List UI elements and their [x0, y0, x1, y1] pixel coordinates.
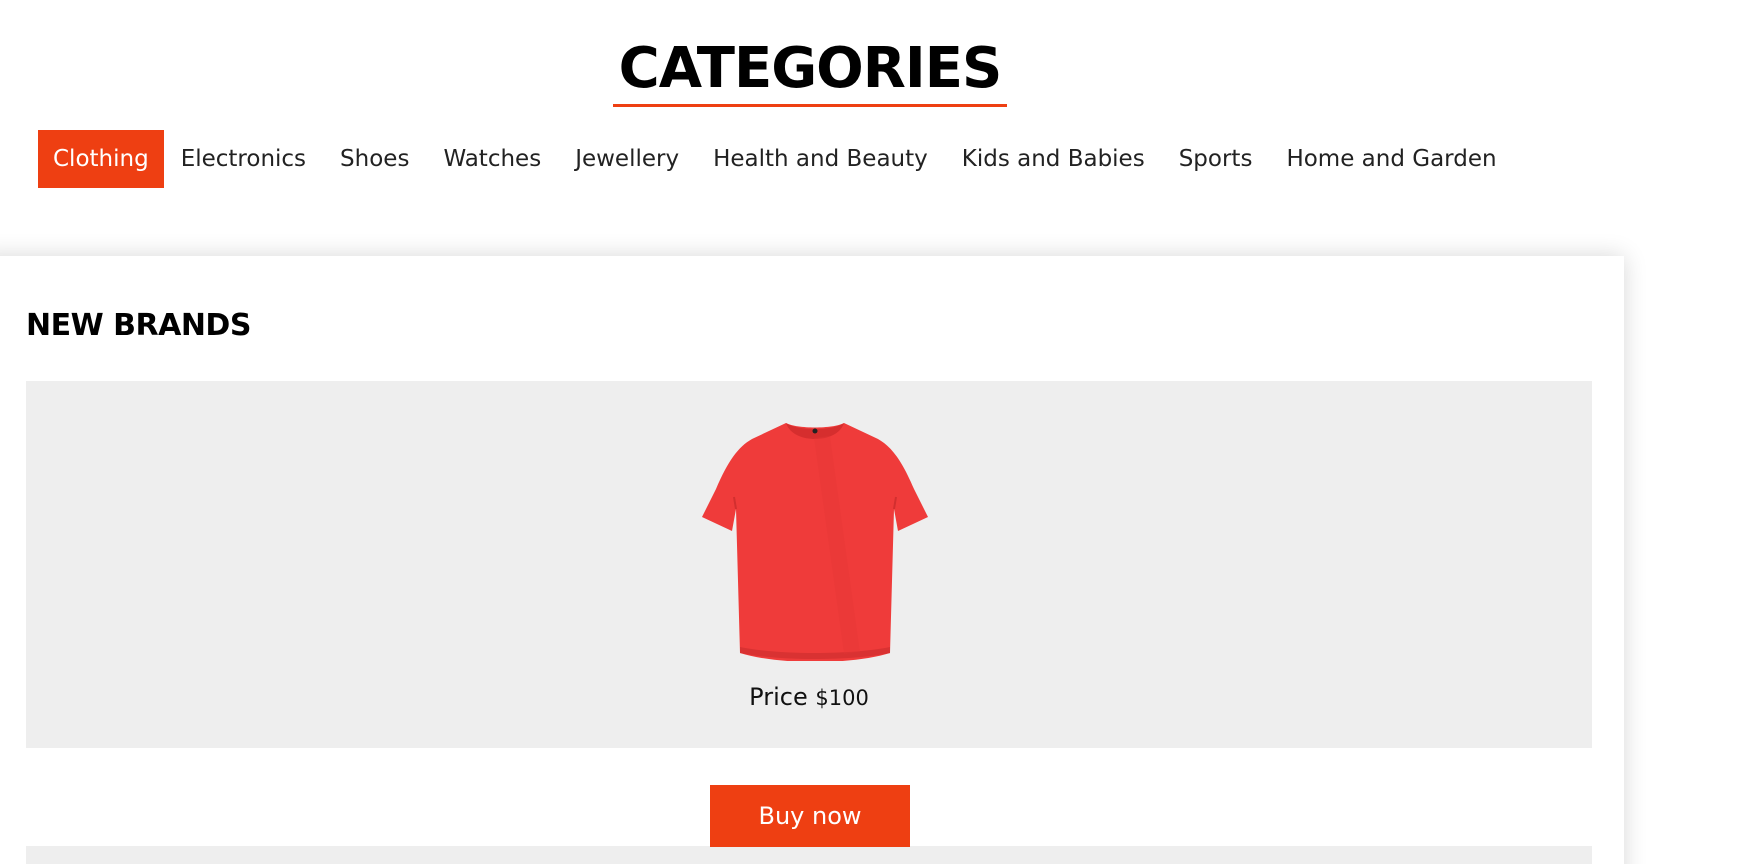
section-title: NEW BRANDS — [26, 308, 251, 343]
tab-jewellery[interactable]: Jewellery — [558, 130, 696, 188]
tab-shoes[interactable]: Shoes — [323, 130, 426, 188]
next-product-panel — [26, 846, 1592, 864]
tab-sports[interactable]: Sports — [1162, 130, 1270, 188]
product-card: NEW BRANDS Price $100 Buy now — [0, 256, 1624, 864]
tab-health-and-beauty[interactable]: Health and Beauty — [696, 130, 945, 188]
tab-clothing[interactable]: Clothing — [38, 130, 164, 188]
price-label: Price — [749, 683, 808, 711]
categories-title: CATEGORIES — [613, 36, 1007, 107]
tshirt-image[interactable] — [702, 417, 928, 661]
price-value: $100 — [815, 686, 869, 710]
price: Price $100 — [26, 681, 1592, 714]
category-tabs: Clothing Electronics Shoes Watches Jewel… — [38, 130, 1514, 188]
product-panel: Price $100 — [26, 381, 1592, 748]
tab-kids-and-babies[interactable]: Kids and Babies — [945, 130, 1162, 188]
page: CATEGORIES Clothing Electronics Shoes Wa… — [0, 0, 1738, 864]
buy-now-button[interactable]: Buy now — [710, 785, 910, 847]
tab-electronics[interactable]: Electronics — [164, 130, 323, 188]
tab-home-and-garden[interactable]: Home and Garden — [1269, 130, 1513, 188]
tab-watches[interactable]: Watches — [426, 130, 558, 188]
